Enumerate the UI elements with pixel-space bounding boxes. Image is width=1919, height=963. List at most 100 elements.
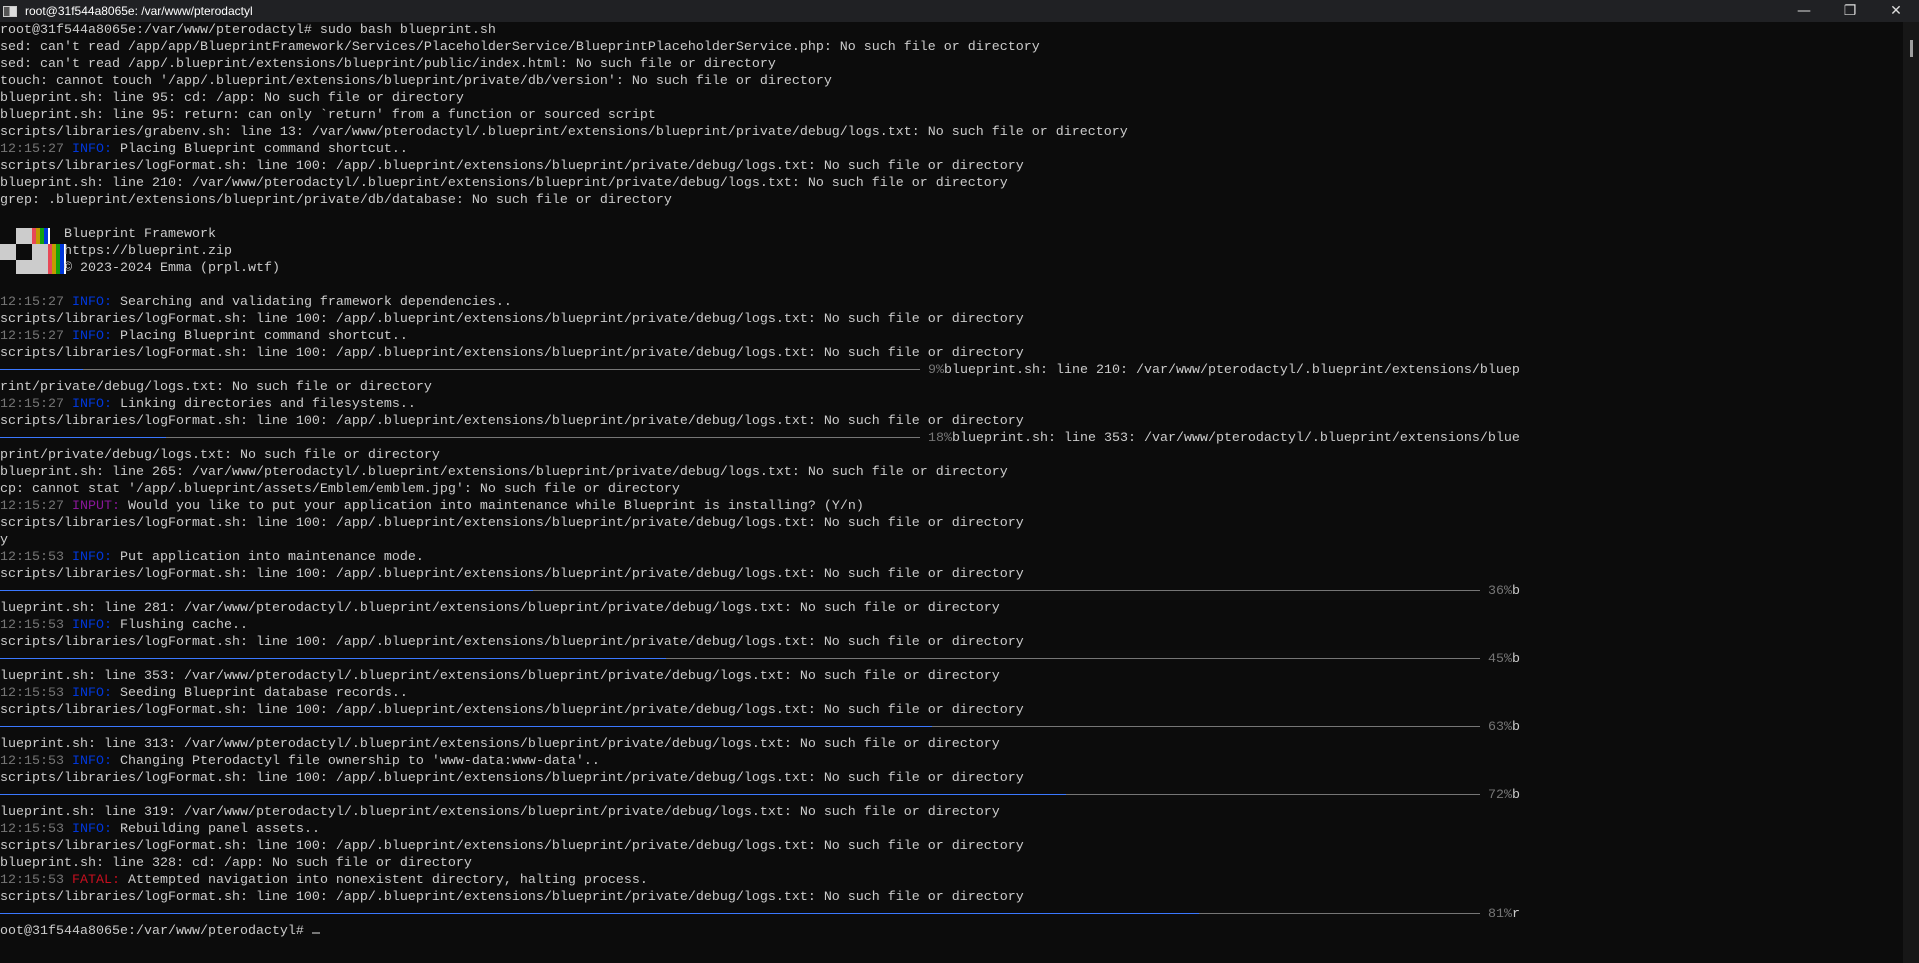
terminal-line: blueprint.sh: line 328: cd: /app: No suc… xyxy=(0,855,1903,872)
progress-percent: 81% xyxy=(1488,907,1512,922)
terminal-line: 12:15:53 INFO: Put application into main… xyxy=(0,549,1903,566)
terminal-line: scripts/libraries/logFormat.sh: line 100… xyxy=(0,345,1903,362)
line-text: scripts/libraries/logFormat.sh: line 100… xyxy=(0,839,1024,854)
line-text: Placing Blueprint command shortcut.. xyxy=(111,329,408,344)
line-text: Placing Blueprint command shortcut.. xyxy=(111,142,408,157)
minimize-button[interactable]: — xyxy=(1781,0,1827,22)
terminal-line: 12:15:53 INFO: Rebuilding panel assets.. xyxy=(0,821,1903,838)
line-text: scripts/libraries/logFormat.sh: line 100… xyxy=(0,346,1024,361)
terminal-line: blueprint.sh: line 95: cd: /app: No such… xyxy=(0,90,1903,107)
terminal-line: scripts/libraries/logFormat.sh: line 100… xyxy=(0,838,1903,855)
progress-row: 36%b xyxy=(0,583,1903,600)
timestamp: 12:15:53 xyxy=(0,822,72,837)
line-text: Changing Pterodactyl file ownership to '… xyxy=(111,754,600,769)
scrollbar[interactable] xyxy=(1903,22,1919,963)
timestamp: 12:15:53 xyxy=(0,686,72,701)
progress-fill xyxy=(0,912,1199,914)
terminal-line: scripts/libraries/grabenv.sh: line 13: /… xyxy=(0,124,1903,141)
terminal-line: scripts/libraries/logFormat.sh: line 100… xyxy=(0,413,1903,430)
timestamp: 12:15:53 xyxy=(0,754,72,769)
line-text: oot@31f544a8065e:/var/www/pterodactyl# xyxy=(0,924,312,939)
progress-fill xyxy=(0,725,933,727)
restore-button[interactable]: ❐ xyxy=(1827,0,1873,22)
timestamp: 12:15:27 xyxy=(0,499,72,514)
progress-percent: 72% xyxy=(1488,788,1512,803)
timestamp: 12:15:27 xyxy=(0,397,72,412)
terminal-line: grep: .blueprint/extensions/blueprint/pr… xyxy=(0,192,1903,209)
timestamp: 12:15:27 xyxy=(0,329,72,344)
progress-tail-text: blueprint.sh: line 353: /var/www/pteroda… xyxy=(952,431,1520,446)
progress-tail-text: r xyxy=(1512,907,1520,922)
line-text: blueprint.sh: line 328: cd: /app: No suc… xyxy=(0,856,472,871)
log-level-info: INFO: xyxy=(71,397,112,412)
terminal-line: lueprint.sh: line 313: /var/www/pterodac… xyxy=(0,736,1903,753)
progress-row: 63%b xyxy=(0,719,1903,736)
line-text: touch: cannot touch '/app/.blueprint/ext… xyxy=(0,74,832,89)
text-cursor[interactable] xyxy=(311,932,320,934)
line-text: scripts/libraries/logFormat.sh: line 100… xyxy=(0,771,1024,786)
progress-percent: 45% xyxy=(1488,652,1512,667)
terminal-line: 12:15:27 INPUT: Would you like to put yo… xyxy=(0,498,1903,515)
terminal-line: cp: cannot stat '/app/.blueprint/assets/… xyxy=(0,481,1903,498)
progress-percent: 18% xyxy=(928,431,952,446)
progress-row: 72%b xyxy=(0,787,1903,804)
log-level-info: INFO: xyxy=(71,550,112,565)
line-text: blueprint.sh: line 95: cd: /app: No such… xyxy=(0,91,464,106)
terminal-line: 12:15:53 INFO: Changing Pterodactyl file… xyxy=(0,753,1903,770)
line-text: Would you like to put your application i… xyxy=(119,499,864,514)
line-text: scripts/libraries/logFormat.sh: line 100… xyxy=(0,516,1024,531)
line-text: scripts/libraries/logFormat.sh: line 100… xyxy=(0,635,1024,650)
terminal-line: touch: cannot touch '/app/.blueprint/ext… xyxy=(0,73,1903,90)
line-text: lueprint.sh: line 313: /var/www/pterodac… xyxy=(0,737,1000,752)
log-level-info: INFO: xyxy=(71,754,112,769)
progress-percent: 63% xyxy=(1488,720,1512,735)
terminal-output[interactable]: root@31f544a8065e:/var/www/pterodactyl# … xyxy=(0,22,1903,963)
terminal-icon xyxy=(3,5,17,17)
progress-fill xyxy=(0,589,533,591)
close-button[interactable]: ✕ xyxy=(1873,0,1919,22)
terminal-line: oot@31f544a8065e:/var/www/pterodactyl# xyxy=(0,923,1903,940)
timestamp: 12:15:53 xyxy=(0,618,72,633)
progress-bar xyxy=(0,725,1480,727)
progress-tail-text: blueprint.sh: line 210: /var/www/pteroda… xyxy=(944,363,1520,378)
scrollbar-thumb[interactable] xyxy=(1910,40,1913,57)
log-level-info: INFO: xyxy=(71,822,112,837)
terminal-line: lueprint.sh: line 353: /var/www/pterodac… xyxy=(0,668,1903,685)
terminal-line: lueprint.sh: line 319: /var/www/pterodac… xyxy=(0,804,1903,821)
terminal-line: root@31f544a8065e:/var/www/pterodactyl# … xyxy=(0,22,1903,39)
terminal-line: 12:15:53 INFO: Flushing cache.. xyxy=(0,617,1903,634)
line-text: Linking directories and filesystems.. xyxy=(111,397,416,412)
line-text: sed: can't read /app/app/BlueprintFramew… xyxy=(0,40,1040,55)
terminal-line: scripts/libraries/logFormat.sh: line 100… xyxy=(0,770,1903,787)
line-text: lueprint.sh: line 353: /var/www/pterodac… xyxy=(0,669,1000,684)
line-text: Flushing cache.. xyxy=(111,618,248,633)
progress-bar xyxy=(0,657,1480,659)
progress-tail-text: b xyxy=(1512,584,1520,599)
line-text: Searching and validating framework depen… xyxy=(111,295,512,310)
line-text: cp: cannot stat '/app/.blueprint/assets/… xyxy=(0,482,680,497)
line-text: lueprint.sh: line 281: /var/www/pterodac… xyxy=(0,601,1000,616)
line-text: y xyxy=(0,533,8,548)
terminal-line: blueprint.sh: line 210: /var/www/pteroda… xyxy=(0,175,1903,192)
terminal-line: © 2023-2024 Emma (prpl.wtf) xyxy=(0,260,1903,277)
terminal-line: blueprint.sh: line 265: /var/www/pteroda… xyxy=(0,464,1903,481)
line-text: rint/private/debug/logs.txt: No such fil… xyxy=(0,380,432,395)
log-level-fatal: FATAL: xyxy=(71,873,120,888)
log-level-info: INFO: xyxy=(71,686,112,701)
line-text: scripts/libraries/logFormat.sh: line 100… xyxy=(0,703,1024,718)
progress-row: 45%b xyxy=(0,651,1903,668)
terminal-line: 12:15:27 INFO: Placing Blueprint command… xyxy=(0,141,1903,158)
terminal-line: https://blueprint.zip xyxy=(0,243,1903,260)
line-text: Rebuilding panel assets.. xyxy=(111,822,320,837)
progress-tail-text: b xyxy=(1512,788,1520,803)
timestamp: 12:15:27 xyxy=(0,295,72,310)
progress-percent: 9% xyxy=(928,363,944,378)
terminal-line: sed: can't read /app/app/BlueprintFramew… xyxy=(0,39,1903,56)
log-level-info: INFO: xyxy=(71,295,112,310)
progress-bar xyxy=(0,436,920,438)
line-text: Put application into maintenance mode. xyxy=(111,550,424,565)
progress-bar xyxy=(0,912,1480,914)
terminal-line: Blueprint Framework xyxy=(0,226,1903,274)
progress-percent: 36% xyxy=(1488,584,1512,599)
